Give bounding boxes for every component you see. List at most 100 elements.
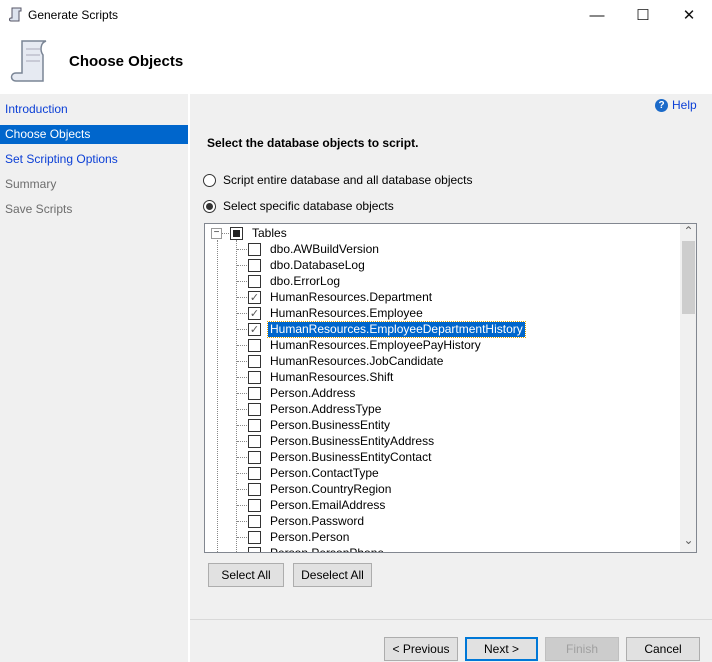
tree-item-label: Person.PersonPhone <box>270 545 385 553</box>
tree-item-checkbox[interactable] <box>248 258 261 272</box>
tree-item[interactable]: Person.EmailAddress <box>237 497 387 513</box>
radio-circle[interactable] <box>203 173 216 187</box>
tree-root-label: Tables <box>252 225 287 240</box>
minimize-button[interactable]: — <box>574 0 620 30</box>
collapse-icon[interactable]: − <box>211 227 222 239</box>
tree-item-checkbox[interactable] <box>248 530 261 544</box>
tree-item-checkbox[interactable] <box>248 482 261 496</box>
tree-item-label: Person.ContactType <box>270 465 379 480</box>
tree-item-checkbox[interactable]: ✓ <box>248 322 261 336</box>
maximize-button[interactable]: ☐ <box>620 0 666 30</box>
scroll-icon <box>10 40 47 82</box>
next-button[interactable]: Next > <box>465 637 538 661</box>
tree-item-label: HumanResources.EmployeePayHistory <box>270 337 481 352</box>
tree-item[interactable]: Person.PersonPhone <box>237 545 386 553</box>
tree-item[interactable]: Person.Password <box>237 513 366 529</box>
tree-item[interactable]: Person.Person <box>237 529 351 545</box>
radio-circle[interactable] <box>203 199 216 213</box>
tree-item[interactable]: Person.ContactType <box>237 465 381 481</box>
radio-label: Select specific database objects <box>223 199 394 213</box>
tree-item[interactable]: HumanResources.JobCandidate <box>237 353 445 369</box>
nav-item-introduction[interactable]: Introduction <box>0 100 188 119</box>
tree-item-checkbox[interactable] <box>248 402 261 416</box>
tree-item-label: dbo.ErrorLog <box>270 273 341 288</box>
tree-item[interactable]: Person.CountryRegion <box>237 481 393 497</box>
tree-item-checkbox[interactable] <box>248 338 261 352</box>
radio-entire-database[interactable]: Script entire database and all database … <box>203 173 473 187</box>
tree-item-checkbox[interactable] <box>248 370 261 384</box>
tree-item-label: Person.Address <box>270 385 356 400</box>
tree-item-checkbox[interactable] <box>248 274 261 288</box>
tree-item[interactable]: Person.BusinessEntity <box>237 417 392 433</box>
tree-item-label: HumanResources.Shift <box>270 369 394 384</box>
nav-item-summary: Summary <box>5 177 57 191</box>
deselect-all-button[interactable]: Deselect All <box>293 563 372 587</box>
checkmark-icon: ✓ <box>249 307 260 320</box>
wizard-nav: Introduction Choose Objects Set Scriptin… <box>0 94 188 662</box>
cancel-button[interactable]: Cancel <box>626 637 700 661</box>
tree-item-checkbox[interactable] <box>248 434 261 448</box>
help-link[interactable]: ? Help <box>655 98 697 112</box>
nav-item-choose-objects[interactable]: Choose Objects <box>0 125 188 144</box>
object-tree[interactable]: − Tables dbo.AWBuildVersion dbo.DatabaseL… <box>204 223 697 553</box>
nav-item-set-scripting-options[interactable]: Set Scripting Options <box>0 150 188 169</box>
tree-item[interactable]: Person.BusinessEntityAddress <box>237 433 436 449</box>
help-icon: ? <box>655 98 668 112</box>
tree-item[interactable]: Person.AddressType <box>237 401 383 417</box>
tree-item[interactable]: ✓ HumanResources.Department <box>237 289 434 305</box>
nav-item-save-scripts: Save Scripts <box>5 202 73 216</box>
tree-item[interactable]: dbo.DatabaseLog <box>237 257 367 273</box>
tree-item[interactable]: HumanResources.Shift <box>237 369 395 385</box>
tree-item-checkbox[interactable]: ✓ <box>248 290 261 304</box>
checkmark-icon: ✓ <box>249 291 260 304</box>
tree-item-label: Person.EmailAddress <box>270 497 386 512</box>
divider <box>190 619 712 620</box>
tree-item-checkbox[interactable]: ✓ <box>248 306 261 320</box>
checkmark-icon: ✓ <box>249 323 260 336</box>
tree-item[interactable]: dbo.ErrorLog <box>237 273 342 289</box>
tree-item-checkbox[interactable] <box>248 386 261 400</box>
tree-item-label: Person.Password <box>270 513 365 528</box>
tree-item-label: Person.BusinessEntityContact <box>270 449 432 464</box>
tree-item[interactable]: dbo.AWBuildVersion <box>237 241 381 257</box>
tree-item-label: dbo.AWBuildVersion <box>270 241 379 256</box>
tree-item[interactable]: ✓ HumanResources.Employee <box>237 305 425 321</box>
select-all-button[interactable]: Select All <box>208 563 284 587</box>
previous-button[interactable]: < Previous <box>384 637 458 661</box>
vertical-scrollbar[interactable]: ⌃ ⌄ <box>680 224 696 552</box>
tree-item-label: Person.BusinessEntity <box>270 417 391 432</box>
wizard-header: Choose Objects <box>0 30 712 94</box>
radio-label: Script entire database and all database … <box>223 173 473 187</box>
instruction-text: Select the database objects to script. <box>207 136 419 150</box>
tree-item[interactable]: Person.Address <box>237 385 357 401</box>
tree-item[interactable]: ✓ HumanResources.EmployeeDepartmentHistor… <box>237 320 526 338</box>
tree-item[interactable]: HumanResources.EmployeePayHistory <box>237 337 483 353</box>
tree-item-checkbox[interactable] <box>248 418 261 432</box>
tree-item-label: Person.CountryRegion <box>270 481 392 496</box>
tree-item-checkbox[interactable] <box>248 466 261 480</box>
scroll-icon <box>9 7 22 22</box>
page-title: Choose Objects <box>69 53 184 70</box>
tree-item[interactable]: Person.BusinessEntityContact <box>237 449 433 465</box>
scroll-down-icon[interactable]: ⌄ <box>680 533 696 550</box>
scroll-up-icon[interactable]: ⌃ <box>680 224 696 241</box>
tree-item-checkbox[interactable] <box>248 354 261 368</box>
title-bar: Generate Scripts — ☐ ✕ <box>0 0 712 30</box>
tree-item-label: HumanResources.Department <box>270 289 433 304</box>
tree-root-checkbox[interactable] <box>230 226 243 240</box>
divider <box>188 94 190 662</box>
tree-item-label: Person.AddressType <box>270 401 382 416</box>
tree-item-checkbox[interactable] <box>248 546 261 552</box>
tree-item-checkbox[interactable] <box>248 498 261 512</box>
tree-item-label: HumanResources.JobCandidate <box>270 353 444 368</box>
tree-item-checkbox[interactable] <box>248 514 261 528</box>
tree-item-label: Person.BusinessEntityAddress <box>270 433 435 448</box>
tree-item-label: dbo.DatabaseLog <box>270 257 365 272</box>
radio-specific-objects[interactable]: Select specific database objects <box>203 199 394 213</box>
tree-root-tables[interactable]: − Tables <box>211 225 289 241</box>
close-button[interactable]: ✕ <box>666 0 712 30</box>
tree-item-label: HumanResources.Employee <box>270 305 423 320</box>
scroll-thumb[interactable] <box>682 241 695 314</box>
tree-item-checkbox[interactable] <box>248 450 261 464</box>
tree-item-checkbox[interactable] <box>248 242 261 256</box>
